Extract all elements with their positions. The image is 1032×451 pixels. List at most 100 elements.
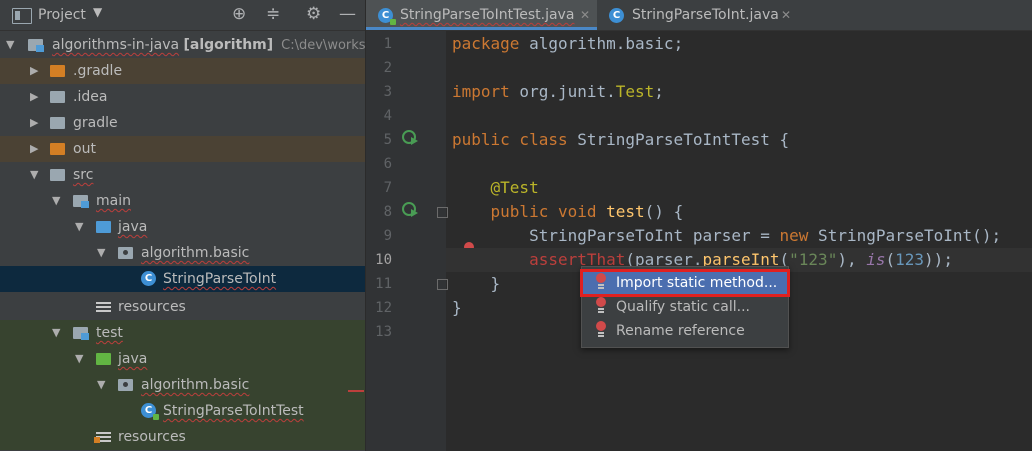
- module-folder-icon: [73, 195, 89, 208]
- tree-item-main[interactable]: ▼ main: [0, 188, 365, 214]
- tree-item-path: C:\dev\works: [281, 38, 366, 53]
- tree-item-label: java: [118, 219, 148, 235]
- java-test-class-icon: C: [141, 403, 159, 420]
- collapse-all-icon[interactable]: ≑: [266, 4, 280, 24]
- tree-item-test-resources[interactable]: resources: [0, 424, 365, 450]
- chevron-down-icon[interactable]: ▼: [30, 162, 38, 188]
- popup-item-label: Import static method...: [616, 275, 778, 291]
- tree-item-module-name: [algorithm]: [183, 37, 274, 53]
- tree-item-idea[interactable]: ▶ .idea: [0, 84, 365, 110]
- project-folder-icon: [12, 8, 32, 24]
- lightbulb-icon: [594, 273, 608, 293]
- chevron-right-icon[interactable]: ▶: [30, 58, 38, 84]
- resources-folder-icon: [96, 301, 111, 313]
- project-panel-title[interactable]: Project: [38, 7, 86, 23]
- tree-item-stringparsetoint[interactable]: C StringParseToInt: [0, 266, 365, 292]
- tab-label: StringParseToIntTest.java: [400, 7, 575, 23]
- tree-item-main-java[interactable]: ▼ java: [0, 214, 365, 240]
- chevron-right-icon[interactable]: ▶: [30, 136, 38, 162]
- package-icon: [118, 379, 133, 391]
- chevron-down-icon[interactable]: ▼: [75, 346, 83, 372]
- chevron-down-icon[interactable]: ▼: [97, 372, 105, 398]
- tree-item-label: .gradle: [73, 63, 123, 79]
- popup-item-import-static-method[interactable]: Import static method...: [580, 269, 790, 297]
- popup-item-rename-reference[interactable]: Rename reference: [582, 319, 788, 343]
- line-number: 12: [375, 300, 392, 316]
- chevron-down-icon[interactable]: ▼: [75, 214, 83, 240]
- chevron-down-icon[interactable]: ▼: [52, 320, 60, 346]
- lightbulb-icon: [594, 297, 608, 317]
- tree-item-label: out: [73, 141, 96, 157]
- line-number: 7: [383, 180, 392, 196]
- tree-item-label: algorithm.basic: [141, 245, 250, 261]
- chevron-down-icon[interactable]: ▼: [93, 5, 102, 19]
- java-test-class-icon: C: [378, 8, 396, 25]
- line-number: 11: [375, 276, 392, 292]
- popup-item-qualify-static-call[interactable]: Qualify static call...: [582, 295, 788, 319]
- chevron-down-icon[interactable]: ▼: [52, 188, 60, 214]
- tree-item-label: gradle: [73, 115, 118, 131]
- project-panel: Project ▼ ⊕ ≑ ⚙ — ▼ algorithms-in-java […: [0, 0, 366, 451]
- tree-item-test[interactable]: ▼ test: [0, 320, 365, 346]
- module-folder-icon: [28, 39, 44, 52]
- close-icon[interactable]: ✕: [781, 0, 791, 30]
- tree-item-label: resources: [118, 429, 186, 445]
- tree-item-gradle-cache[interactable]: ▶ .gradle: [0, 58, 365, 84]
- tab-label: StringParseToInt.java: [632, 7, 779, 23]
- line-number: 10: [375, 252, 392, 268]
- scroll-from-source-icon[interactable]: ⊕: [232, 4, 246, 24]
- fold-icon[interactable]: [437, 207, 448, 218]
- chevron-down-icon[interactable]: ▼: [6, 32, 14, 58]
- test-resources-folder-icon: [94, 431, 111, 443]
- tree-item-out[interactable]: ▶ out: [0, 136, 365, 162]
- tree-item-main-resources[interactable]: resources: [0, 294, 365, 320]
- line-number: 8: [383, 204, 392, 220]
- tree-item-label: algorithms-in-java: [52, 37, 180, 53]
- line-number: 2: [383, 60, 392, 76]
- module-folder-icon: [73, 327, 89, 340]
- java-class-icon: C: [609, 8, 624, 23]
- popup-item-label: Rename reference: [616, 323, 745, 339]
- tree-item-main-package[interactable]: ▼ algorithm.basic: [0, 240, 365, 266]
- tree-item-test-java[interactable]: ▼ java: [0, 346, 365, 372]
- code-line-7: @Test: [490, 178, 539, 197]
- java-class-icon: C: [141, 271, 156, 286]
- code-line-1: package algorithm.basic;: [452, 34, 684, 53]
- error-stripe-mark: [348, 390, 364, 392]
- intention-actions-popup: Import static method... Qualify static c…: [580, 266, 790, 348]
- code-line-3: import org.junit.Test;: [452, 82, 664, 101]
- code-line-9: StringParseToInt parser = new StringPars…: [529, 226, 1002, 245]
- run-test-class-icon[interactable]: [402, 129, 418, 145]
- close-icon[interactable]: ✕: [580, 0, 590, 30]
- fold-icon[interactable]: [437, 279, 448, 290]
- line-number: 4: [383, 108, 392, 124]
- editor-gutter[interactable]: 1 2 3 4 5 6 7 8 9 10 11 12 13: [366, 31, 474, 451]
- tab-stringparsetointtest[interactable]: C StringParseToIntTest.java ✕: [366, 0, 597, 30]
- folder-icon: [50, 169, 65, 181]
- tab-stringparsetoint[interactable]: C StringParseToInt.java ✕: [599, 0, 799, 30]
- code-editor: C StringParseToIntTest.java ✕ C StringPa…: [366, 0, 1032, 451]
- tree-item-project-root[interactable]: ▼ algorithms-in-java [algorithm] C:\dev\w…: [0, 32, 365, 58]
- hide-panel-icon[interactable]: —: [339, 4, 356, 24]
- lightbulb-icon: [594, 321, 608, 341]
- code-area[interactable]: package algorithm.basic; import org.juni…: [446, 31, 1032, 451]
- tree-item-test-package[interactable]: ▼ algorithm.basic: [0, 372, 365, 398]
- tree-item-label: main: [96, 193, 131, 209]
- editor-tab-bar: C StringParseToIntTest.java ✕ C StringPa…: [366, 0, 1032, 31]
- gear-icon[interactable]: ⚙: [306, 4, 321, 24]
- tree-item-gradle[interactable]: ▶ gradle: [0, 110, 365, 136]
- tree-item-src[interactable]: ▼ src: [0, 162, 365, 188]
- package-icon: [118, 247, 133, 259]
- code-line-8: public void test() {: [490, 202, 684, 221]
- folder-icon: [50, 143, 65, 155]
- line-number: 5: [383, 132, 392, 148]
- source-folder-icon: [96, 221, 111, 233]
- tree-item-label: .idea: [73, 89, 108, 105]
- chevron-right-icon[interactable]: ▶: [30, 110, 38, 136]
- run-test-method-icon[interactable]: [402, 201, 418, 217]
- tree-item-stringparsetointtest[interactable]: C StringParseToIntTest: [0, 398, 365, 424]
- tree-item-label: algorithm.basic: [141, 377, 250, 393]
- chevron-right-icon[interactable]: ▶: [30, 84, 38, 110]
- chevron-down-icon[interactable]: ▼: [97, 240, 105, 266]
- line-number: 9: [383, 228, 392, 244]
